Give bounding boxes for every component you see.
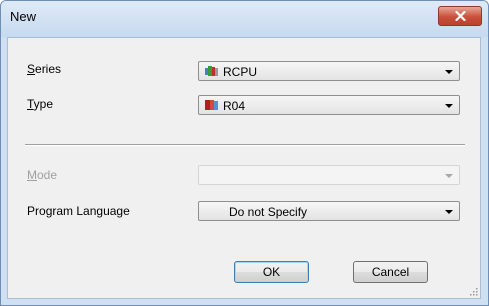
mode-dropdown-arrow-icon [445, 174, 453, 178]
mode-label: Mode [27, 168, 58, 182]
new-project-dialog: New Series RCPU Type R04 Mode Program La… [0, 0, 489, 306]
program-language-combobox[interactable]: Do not Specify [198, 201, 460, 221]
program-language-value: Do not Specify [229, 205, 308, 219]
program-language-dropdown-arrow-icon [445, 210, 453, 214]
section-divider [25, 144, 465, 146]
series-label: Series [27, 62, 62, 76]
rcpu-series-icon [205, 66, 218, 76]
dialog-body: Series RCPU Type R04 Mode Program Langua… [7, 37, 481, 299]
program-language-label: Program Language [27, 204, 130, 218]
close-button[interactable] [438, 6, 482, 26]
type-label: Type [27, 97, 54, 111]
type-combobox[interactable]: R04 [198, 95, 460, 115]
series-dropdown-arrow-icon [445, 70, 453, 74]
cancel-button[interactable]: Cancel [353, 261, 428, 283]
type-value: R04 [223, 99, 246, 113]
series-value: RCPU [223, 65, 258, 79]
close-icon [454, 11, 466, 21]
mode-combobox [198, 165, 460, 185]
dialog-title: New [10, 9, 37, 24]
resize-grip-icon[interactable] [468, 286, 478, 296]
type-dropdown-arrow-icon [445, 104, 453, 108]
title-bar[interactable]: New [1, 1, 488, 37]
series-combobox[interactable]: RCPU [198, 61, 460, 81]
ok-button[interactable]: OK [234, 261, 309, 283]
r04-cpu-icon [205, 100, 218, 110]
